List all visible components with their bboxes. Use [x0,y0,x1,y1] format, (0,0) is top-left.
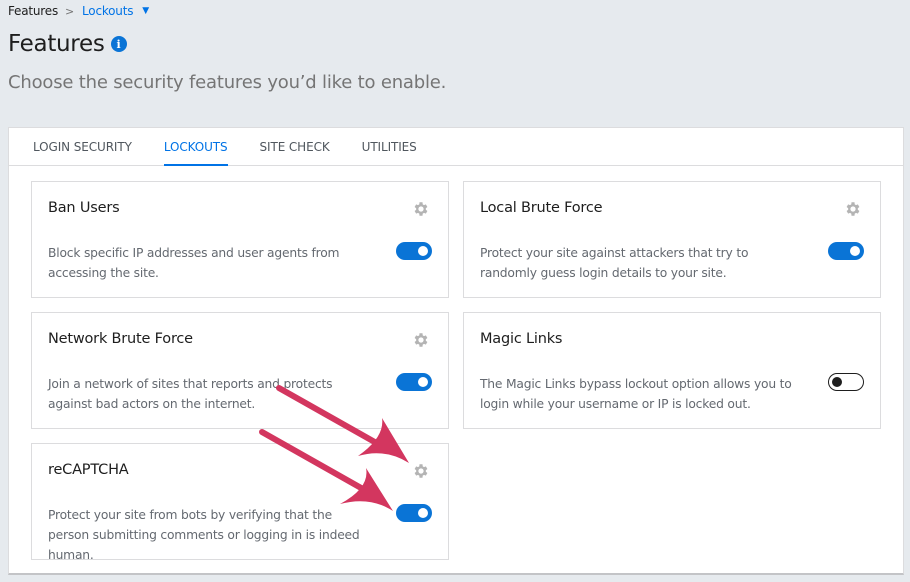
feature-card-magic-links: Magic Links The Magic Links bypass locko… [463,312,881,429]
tab-bar: Login Security Lockouts Site Check Utili… [9,128,903,166]
feature-card-network-brute-force: Network Brute Force Join a network of si… [31,312,449,429]
card-description: Protect your site from bots by verifying… [48,508,360,562]
feature-card-local-brute-force: Local Brute Force Protect your site agai… [463,181,881,298]
tab-login-security[interactable]: Login Security [33,128,132,165]
card-title: Network Brute Force [48,331,193,347]
tab-lockouts[interactable]: Lockouts [163,128,228,166]
card-title: reCAPTCHA [48,462,129,478]
toggle-knob [418,377,428,387]
feature-toggle[interactable] [828,373,864,391]
gear-icon[interactable] [412,331,430,349]
breadcrumb: Features > Lockouts ▼ [8,4,149,18]
page-subtitle: Choose the security features you’d like … [8,72,447,93]
toggle-knob [832,376,842,387]
card-description: Protect your site against attackers that… [480,246,749,280]
card-description: Block specific IP addresses and user age… [48,246,340,280]
caret-down-icon[interactable]: ▼ [142,6,149,16]
gear-icon[interactable] [844,200,862,218]
card-title: Local Brute Force [480,200,603,216]
feature-toggle[interactable] [396,242,432,260]
page-title: Features i [8,31,127,57]
toggle-knob [418,508,428,518]
card-title: Magic Links [480,331,563,347]
gear-icon[interactable] [412,462,430,480]
card-description: The Magic Links bypass lockout option al… [480,377,792,411]
feature-card-ban-users: Ban Users Block specific IP addresses an… [31,181,449,298]
breadcrumb-root[interactable]: Features [8,4,58,18]
info-icon[interactable]: i [110,36,127,52]
gear-icon[interactable] [412,200,430,218]
feature-toggle[interactable] [396,373,432,391]
card-title: Ban Users [48,200,120,216]
toggle-knob [850,246,860,256]
tab-utilities[interactable]: Utilities [362,128,417,165]
tab-site-check[interactable]: Site Check [260,128,330,165]
toggle-knob [418,246,428,256]
breadcrumb-current[interactable]: Lockouts [82,4,133,18]
feature-toggle[interactable] [396,504,432,522]
page-title-text: Features [8,31,105,57]
feature-toggle[interactable] [828,242,864,260]
breadcrumb-separator-icon: > [65,4,75,18]
feature-card-recaptcha: reCAPTCHA Protect your site from bots by… [31,443,449,562]
card-description: Join a network of sites that reports and… [48,377,333,411]
